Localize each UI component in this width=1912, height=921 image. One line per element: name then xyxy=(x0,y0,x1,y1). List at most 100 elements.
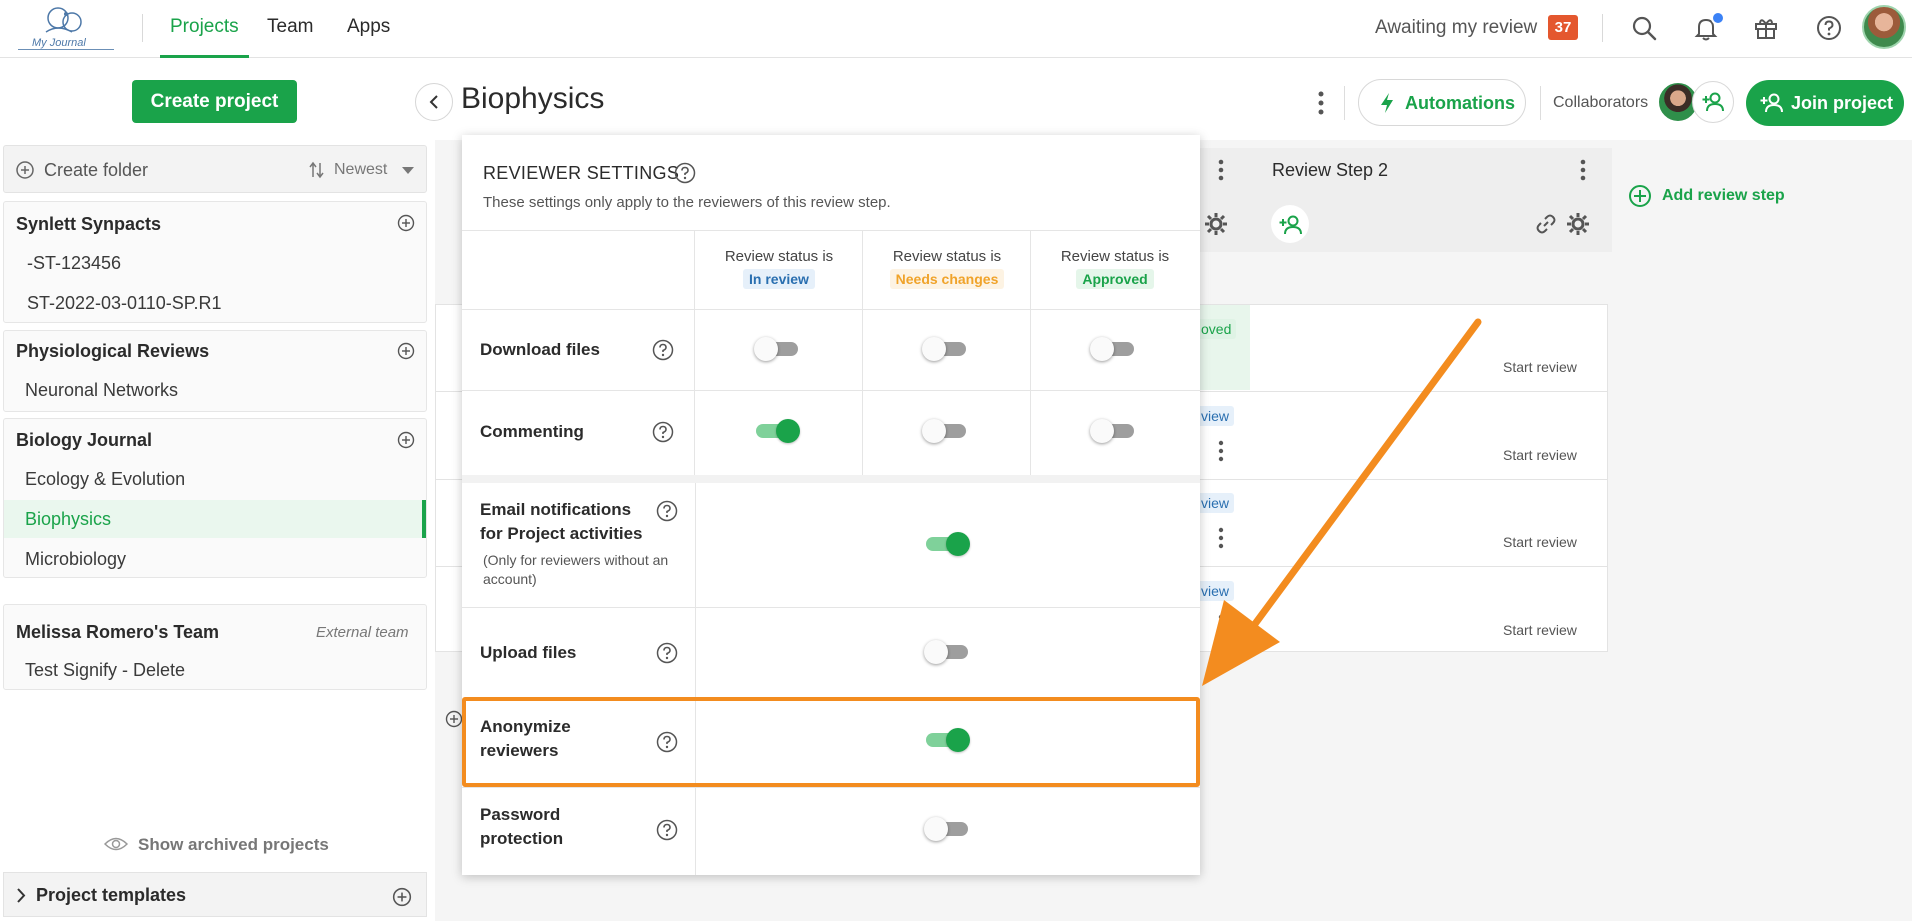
sort-select[interactable]: Newest xyxy=(334,161,387,179)
automations-button[interactable]: Automations xyxy=(1358,79,1526,126)
project-templates-label: Project templates xyxy=(36,885,187,905)
setting-label-commenting: Commenting xyxy=(480,422,584,441)
status-chip-needs-changes: Needs changes xyxy=(889,269,1005,289)
divider xyxy=(142,14,143,42)
setting-label-download-files: Download files xyxy=(480,340,600,359)
toggle-knob xyxy=(776,419,800,443)
automations-label: Automations xyxy=(1405,93,1515,113)
add-template-icon[interactable] xyxy=(392,887,412,907)
toggle-knob xyxy=(922,337,946,361)
gear-icon[interactable] xyxy=(1566,212,1590,236)
logo-icon xyxy=(45,7,82,33)
help-icon[interactable] xyxy=(652,339,674,361)
search-icon[interactable] xyxy=(1630,14,1658,42)
column-header-approved: Review status is Approved xyxy=(1032,248,1198,289)
folder-title[interactable]: Melissa Romero's Team xyxy=(16,622,219,643)
toggle-commenting-approved[interactable] xyxy=(1090,419,1136,443)
more-options-icon[interactable] xyxy=(1576,158,1590,182)
start-review-link[interactable]: Start review xyxy=(1503,359,1577,375)
sort-icon[interactable] xyxy=(309,161,325,179)
column-prefix: Review status is xyxy=(724,248,834,265)
help-icon[interactable] xyxy=(1815,14,1843,42)
gift-icon[interactable] xyxy=(1752,14,1780,42)
grid-line xyxy=(1030,230,1031,475)
add-review-step-link[interactable]: Add review step xyxy=(1662,187,1785,205)
add-project-icon[interactable] xyxy=(397,214,415,232)
project-item[interactable]: ST-2022-03-0110-SP.R1 xyxy=(27,293,221,314)
join-project-button[interactable]: Join project xyxy=(1746,80,1904,126)
toggle-download-approved[interactable] xyxy=(1090,337,1136,361)
review-step-title[interactable]: Review Step 2 xyxy=(1272,160,1388,181)
project-templates-section[interactable]: Project templates xyxy=(3,872,427,917)
nav-projects[interactable]: Projects xyxy=(170,16,239,38)
column-header-needs-changes: Review status is Needs changes xyxy=(864,248,1030,289)
help-icon[interactable] xyxy=(656,500,678,522)
toggle-download-needs-changes[interactable] xyxy=(922,337,968,361)
more-options-icon[interactable] xyxy=(1314,90,1328,116)
add-project-icon[interactable] xyxy=(397,431,415,449)
caret-down-icon[interactable] xyxy=(401,166,415,175)
add-circle-icon[interactable] xyxy=(16,161,34,179)
start-review-link[interactable]: Start review xyxy=(1503,447,1577,463)
folder-title[interactable]: Biology Journal xyxy=(16,430,152,451)
toggle-knob xyxy=(924,640,948,664)
grid-line xyxy=(462,390,1200,391)
folder-biology-journal: Biology Journal Ecology & Evolution Biop… xyxy=(3,418,427,578)
gear-icon[interactable] xyxy=(1204,212,1228,236)
toggle-upload-files[interactable] xyxy=(924,640,970,664)
eye-icon xyxy=(104,837,128,851)
chevron-right-icon[interactable] xyxy=(16,888,26,903)
help-icon[interactable] xyxy=(674,162,696,184)
awaiting-review-link[interactable]: Awaiting my review xyxy=(1375,17,1537,39)
folder-title[interactable]: Physiological Reviews xyxy=(16,341,209,362)
status-chip-approved: Approved xyxy=(1076,269,1154,289)
nav-active-underline xyxy=(160,55,249,58)
project-item[interactable]: Microbiology xyxy=(25,549,126,570)
toggle-knob xyxy=(1090,337,1114,361)
journal-logo[interactable]: My Journal xyxy=(18,4,114,50)
start-review-link[interactable]: Start review xyxy=(1503,534,1577,550)
help-icon[interactable] xyxy=(656,819,678,841)
project-item-active[interactable]: Biophysics xyxy=(25,509,111,530)
add-circle-icon[interactable] xyxy=(1628,184,1652,208)
popup-subtitle: These settings only apply to the reviewe… xyxy=(483,194,891,211)
start-review-link[interactable]: Start review xyxy=(1503,622,1577,638)
toggle-download-in-review[interactable] xyxy=(754,337,800,361)
toggle-password-protection[interactable] xyxy=(924,817,970,841)
setting-note-email-notifications: (Only for reviewers without an account) xyxy=(483,552,669,587)
toggle-commenting-needs-changes[interactable] xyxy=(922,419,968,443)
user-avatar[interactable] xyxy=(1862,5,1906,49)
add-reviewer-button[interactable] xyxy=(1271,205,1309,243)
awaiting-count-badge[interactable]: 37 xyxy=(1548,15,1578,40)
project-item[interactable]: Neuronal Networks xyxy=(25,380,178,401)
setting-label-password-protection: Password protection xyxy=(480,805,564,848)
join-project-label: Join project xyxy=(1791,93,1894,113)
toggle-knob xyxy=(1090,419,1114,443)
link-icon[interactable] xyxy=(1536,214,1556,234)
top-bar: My Journal Projects Team Apps Awaiting m… xyxy=(0,0,1912,58)
grid-line xyxy=(862,230,863,475)
help-icon[interactable] xyxy=(656,642,678,664)
add-circle-icon[interactable] xyxy=(445,710,463,728)
project-item[interactable]: Test Signify - Delete xyxy=(25,660,185,681)
notification-dot xyxy=(1711,11,1725,25)
nav-team[interactable]: Team xyxy=(267,16,313,38)
divider xyxy=(1540,86,1541,120)
show-archived-link[interactable]: Show archived projects xyxy=(138,835,329,855)
help-icon[interactable] xyxy=(652,421,674,443)
toggle-email-notifications[interactable] xyxy=(924,532,970,556)
project-item[interactable]: Ecology & Evolution xyxy=(25,469,185,490)
toggle-knob xyxy=(922,419,946,443)
add-user-icon xyxy=(1702,92,1724,112)
project-item[interactable]: -ST-123456 xyxy=(27,253,121,274)
nav-apps[interactable]: Apps xyxy=(347,16,390,38)
more-options-icon[interactable] xyxy=(1214,158,1228,182)
toggle-commenting-in-review[interactable] xyxy=(754,419,800,443)
create-project-button[interactable]: Create project xyxy=(132,80,297,123)
grid-line xyxy=(462,607,1200,608)
create-folder-button[interactable]: Create folder xyxy=(44,160,148,181)
add-collaborator-button[interactable] xyxy=(1692,81,1734,123)
collapse-sidebar-button[interactable] xyxy=(415,83,453,121)
add-project-icon[interactable] xyxy=(397,342,415,360)
folder-title[interactable]: Synlett Synpacts xyxy=(16,214,161,235)
